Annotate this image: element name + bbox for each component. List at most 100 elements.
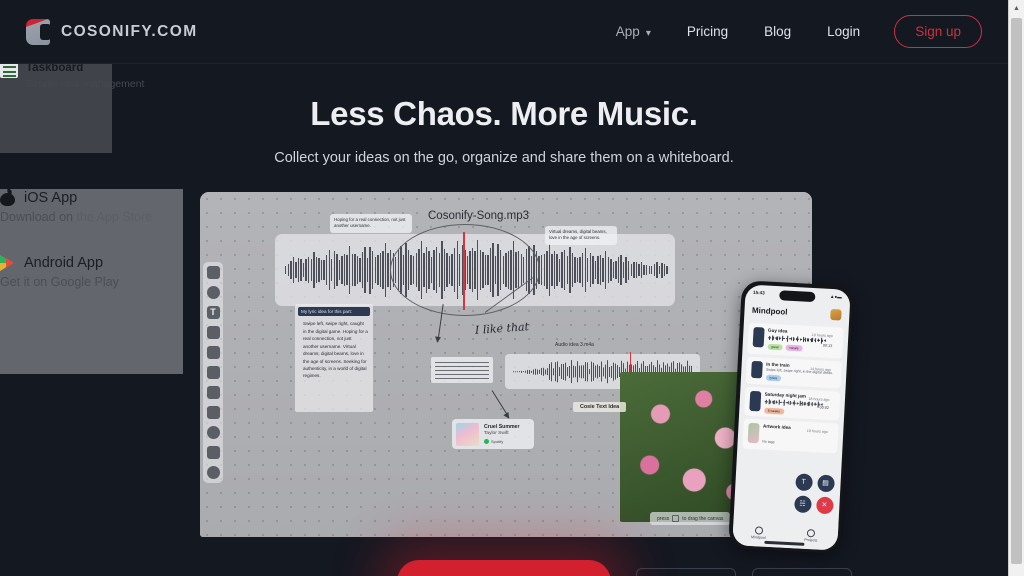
lyric-note-header: My lyric idea for this part: bbox=[298, 307, 370, 317]
dropdown-item-ios[interactable]: iOS App Download on the App Store bbox=[0, 188, 183, 225]
mic-fab-icon[interactable]: ☵ bbox=[793, 494, 812, 513]
dropdown-item-android-sub[interactable]: Get it on Google Play bbox=[0, 275, 183, 290]
laptop-mockup: Cosonify-Song.mp3 Hoping for a real conn… bbox=[200, 192, 812, 537]
tag[interactable]: great bbox=[766, 343, 783, 351]
tag[interactable]: lyrics bbox=[765, 374, 782, 382]
arrow-annotation-2 bbox=[491, 390, 510, 418]
projects-tab-icon bbox=[807, 528, 816, 538]
playhead-marker[interactable] bbox=[463, 232, 465, 310]
cta-button[interactable]: Get started for free bbox=[396, 560, 612, 576]
spotify-icon bbox=[484, 439, 489, 444]
nav-item-login[interactable]: Login bbox=[809, 16, 878, 47]
signup-button[interactable]: Sign up bbox=[894, 15, 982, 48]
mic-icon bbox=[752, 326, 765, 347]
spotify-track-card[interactable]: Cruel Summer Taylor Swift Spotify bbox=[452, 419, 534, 449]
brand-logo[interactable]: COSONIFY.COM bbox=[26, 18, 198, 45]
download-icon[interactable] bbox=[206, 466, 220, 479]
floating-action-buttons[interactable]: T ▤ ☵ ✕ bbox=[793, 472, 835, 514]
space-key-icon bbox=[672, 515, 680, 522]
album-art bbox=[456, 422, 479, 446]
phone-frame: 15:43 ▲●▬ Mindpool Guy idea 10 hours ago… bbox=[728, 280, 854, 554]
page-viewport: COSONIFY.COM App ▾ Pricing Blog Login Sig… bbox=[0, 0, 1008, 576]
nav-item-app-label: App bbox=[615, 24, 640, 39]
site-header: COSONIFY.COM App ▾ Pricing Blog Login Sig… bbox=[0, 0, 1008, 64]
tab-projects-label: Projects bbox=[804, 538, 818, 543]
item-time: 19 hours ago bbox=[806, 428, 828, 434]
app-dropdown-panel[interactable]: iOS App Download on the App Store Androi… bbox=[0, 188, 183, 374]
dropdown-item-ios-label: iOS App bbox=[24, 189, 78, 206]
hint-prefix: press bbox=[657, 515, 670, 522]
hint-suffix: to drag the canvas bbox=[682, 515, 724, 522]
list-item[interactable]: Guy idea 10 hours ago 00:13 great vocals bbox=[746, 322, 844, 359]
hero-section: Less Chaos. More Music. Collect your ide… bbox=[0, 64, 1008, 166]
dropdown-item-android-label: Android App bbox=[24, 255, 104, 271]
phone-app-title: Mindpool bbox=[751, 305, 788, 317]
spotify-badge: Spotify bbox=[484, 439, 519, 444]
record-icon[interactable] bbox=[206, 426, 220, 439]
tag[interactable]: vocals bbox=[784, 344, 803, 352]
track-artist: Taylor Swift bbox=[484, 431, 509, 436]
annotation-note-1[interactable]: Hoping for a real connection, not just a… bbox=[330, 214, 412, 233]
move-icon[interactable] bbox=[206, 266, 220, 279]
dropdown-item-ios-sub: Download on the App Store bbox=[0, 210, 183, 225]
text-fab-icon[interactable]: T bbox=[794, 472, 813, 491]
item-desc: No tags bbox=[762, 439, 775, 444]
list-item[interactable]: Artwork idea 19 hours ago No tags bbox=[741, 418, 839, 453]
item-duration: 00:02 bbox=[819, 404, 830, 410]
eraser-icon[interactable] bbox=[206, 386, 220, 399]
image-icon bbox=[747, 422, 760, 443]
pen-icon[interactable] bbox=[206, 366, 220, 379]
track-title: Cruel Summer bbox=[484, 424, 520, 430]
clip2-title-label: Audio idea 3.m4a bbox=[555, 342, 594, 348]
mindpool-tab-icon bbox=[754, 526, 763, 535]
brand-name: COSONIFY.COM bbox=[61, 22, 198, 40]
list-item[interactable]: Saturday night jam 18 hours ago 00:02 6 … bbox=[743, 386, 840, 420]
signal-wifi-battery-icon: ▲●▬ bbox=[829, 293, 842, 300]
item-tags: lyrics bbox=[765, 374, 835, 385]
note-fab-icon[interactable]: ▤ bbox=[816, 473, 835, 492]
media-icon[interactable] bbox=[206, 406, 220, 419]
canvas-toolbar[interactable] bbox=[203, 262, 223, 483]
music-staff-note[interactable] bbox=[431, 357, 493, 383]
phone-notch bbox=[779, 289, 816, 302]
dropdown-item-android[interactable]: Android App Get it on Google Play bbox=[0, 255, 183, 290]
song-title-label: Cosonify-Song.mp3 bbox=[428, 210, 529, 222]
product-screenshot: Cosonify-Song.mp3 Hoping for a real conn… bbox=[200, 192, 812, 537]
pointer-icon[interactable] bbox=[206, 286, 220, 299]
item-duration: 00:13 bbox=[822, 343, 833, 348]
page-title: Less Chaos. More Music. bbox=[310, 95, 698, 132]
text-icon bbox=[750, 360, 763, 378]
scroll-up-arrow-icon[interactable]: ▲ bbox=[1009, 0, 1024, 16]
lyric-note-body: Swipe left, swipe right, caught in the d… bbox=[303, 321, 368, 379]
annotation-note-2[interactable]: Virtual dreams, digital beams, love in t… bbox=[545, 226, 617, 245]
user-avatar-icon[interactable] bbox=[829, 308, 842, 321]
ios-sub-link[interactable]: the App Store bbox=[76, 210, 152, 224]
phone-mockup: 15:43 ▲●▬ Mindpool Guy idea 10 hours ago… bbox=[728, 280, 854, 554]
close-fab-icon[interactable]: ✕ bbox=[815, 495, 834, 514]
page-scrollbar[interactable]: ▲ bbox=[1008, 0, 1024, 576]
status-time: 15:43 bbox=[752, 289, 765, 296]
nav-item-app[interactable]: App ▾ bbox=[598, 16, 669, 47]
image-icon[interactable] bbox=[206, 346, 220, 359]
nav-item-pricing[interactable]: Pricing bbox=[669, 16, 746, 47]
scrollbar-thumb[interactable] bbox=[1011, 18, 1022, 564]
text-idea-tag[interactable]: Cosie Text Idea bbox=[573, 402, 627, 412]
text-icon[interactable] bbox=[206, 306, 220, 319]
waveform-icon[interactable] bbox=[206, 446, 220, 459]
whiteboard-canvas[interactable]: Cosonify-Song.mp3 Hoping for a real conn… bbox=[200, 192, 812, 537]
phone-screen[interactable]: 15:43 ▲●▬ Mindpool Guy idea 10 hours ago… bbox=[731, 283, 851, 551]
cosonify-c-logo-icon bbox=[26, 18, 51, 45]
tab-mindpool-label: Mindpool bbox=[750, 535, 766, 541]
sticker-icon[interactable] bbox=[206, 326, 220, 339]
tab-projects[interactable]: Projects bbox=[784, 521, 838, 550]
lyric-note-card[interactable]: My lyric idea for this part: Swipe left,… bbox=[295, 304, 373, 412]
nav-item-blog[interactable]: Blog bbox=[746, 16, 809, 47]
apple-icon bbox=[0, 188, 15, 206]
phone-tab-bar[interactable]: Mindpool Projects bbox=[731, 518, 838, 551]
list-item[interactable]: In the train 14 hours ago Swipe left, sw… bbox=[745, 356, 842, 389]
tag[interactable]: 6 weeks bbox=[763, 407, 785, 415]
hero-subtitle: Collect your ideas on the go, organize a… bbox=[274, 150, 734, 166]
selection-ellipse bbox=[390, 224, 540, 316]
cta-section: Get started for free bbox=[0, 560, 1008, 576]
spotify-label: Spotify bbox=[491, 439, 504, 444]
